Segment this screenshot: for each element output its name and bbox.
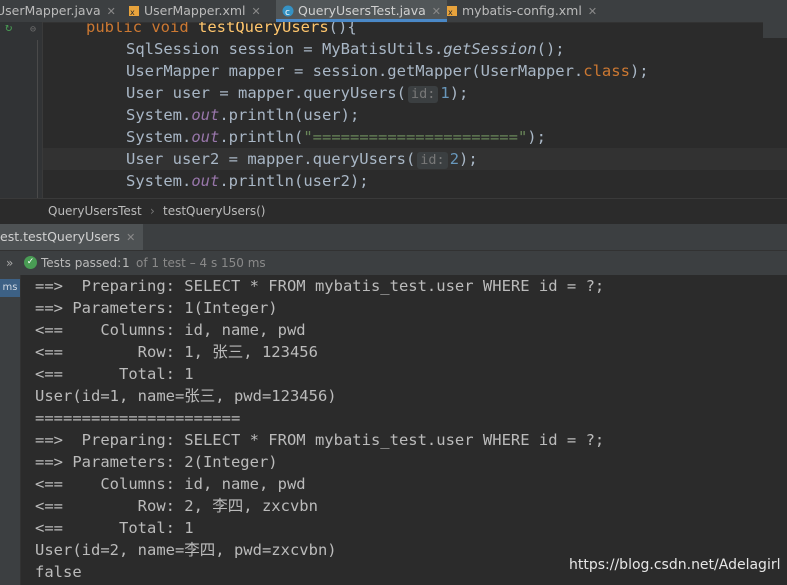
- breadcrumb-method[interactable]: testQueryUsers(): [163, 199, 265, 223]
- expand-chevron-icon[interactable]: »: [6, 251, 13, 275]
- xml-file-icon: x: [446, 2, 458, 17]
- code-line: UserMapper mapper = session.getMapper(Us…: [126, 62, 649, 80]
- tests-passed-count: 1: [122, 256, 130, 270]
- console-line: ==> Preparing: SELECT * FROM mybatis_tes…: [35, 431, 605, 449]
- console-line: <== Row: 2, 李四, zxcvbn: [35, 497, 318, 515]
- editor-gutter: ↻ ⊖: [0, 20, 43, 198]
- check-icon: ✓: [24, 256, 37, 269]
- close-icon[interactable]: ✕: [588, 5, 597, 18]
- fold-guide: [37, 40, 38, 198]
- ms-toggle-button[interactable]: ms: [0, 279, 20, 297]
- breadcrumb-separator: ›: [150, 204, 155, 218]
- close-icon[interactable]: ✕: [107, 5, 116, 18]
- close-icon[interactable]: ✕: [252, 5, 261, 18]
- test-status-bar: » ✓ Tests passed: 1 of 1 test – 4 s 150 …: [0, 250, 787, 276]
- svg-text:x: x: [130, 8, 135, 17]
- tab-queryuserstest-java[interactable]: c QueryUsersTest.java ✕: [276, 0, 447, 22]
- code-line: System.out.println("====================…: [126, 128, 546, 146]
- svg-text:x: x: [448, 8, 453, 17]
- tab-label: mybatis-config.xml: [462, 3, 582, 18]
- tab-mybatis-config-xml[interactable]: x mybatis-config.xml ✕: [446, 0, 597, 22]
- svg-text:c: c: [285, 8, 290, 17]
- console-line: ======================: [35, 409, 241, 427]
- console-line: User(id=1, name=张三, pwd=123456): [35, 387, 337, 405]
- run-tool-window-header: est.testQueryUsers ✕: [0, 223, 787, 250]
- tab-label: UserMapper.java: [0, 3, 101, 18]
- console-line: ==> Parameters: 1(Integer): [35, 299, 278, 317]
- console-line: User(id=2, name=李四, pwd=zxcvbn): [35, 541, 337, 559]
- tab-usermapper-xml[interactable]: x UserMapper.xml ✕: [128, 0, 261, 22]
- code-editor[interactable]: public void testQueryUsers(){ SqlSession…: [43, 22, 787, 198]
- close-icon[interactable]: ✕: [126, 231, 135, 244]
- run-tab-label: est.testQueryUsers: [0, 229, 121, 244]
- parameter-hint: id:: [417, 152, 448, 169]
- run-tab[interactable]: est.testQueryUsers ✕: [0, 224, 144, 250]
- editor-tab-bar: UserMapper.java ✕ x UserMapper.xml ✕ c Query…: [0, 0, 787, 23]
- tests-duration: of 1 test – 4 s 150 ms: [136, 256, 266, 270]
- tab-label: UserMapper.xml: [144, 3, 246, 18]
- console-line: false: [35, 563, 82, 581]
- tab-usermapper-java[interactable]: UserMapper.java ✕: [0, 0, 116, 22]
- close-icon[interactable]: ✕: [432, 5, 441, 18]
- code-line-current: User user2 = mapper.queryUsers(id: 2);: [43, 148, 787, 170]
- console-line: ==> Preparing: SELECT * FROM mybatis_tes…: [35, 277, 605, 295]
- code-line: User user = mapper.queryUsers(id: 1);: [126, 84, 469, 103]
- console-output[interactable]: ==> Preparing: SELECT * FROM mybatis_tes…: [21, 275, 787, 585]
- xml-file-icon: x: [128, 2, 140, 17]
- code-line: SqlSession session = MyBatisUtils.getSes…: [126, 40, 565, 58]
- code-line: public void testQueryUsers(){: [86, 22, 357, 36]
- code-line: System.out.println(user2);: [126, 172, 369, 190]
- console-side-toolbar: ms: [0, 275, 21, 585]
- console-line: <== Columns: id, name, pwd: [35, 321, 306, 339]
- watermark: https://blog.csdn.net/Adelagirl: [569, 557, 781, 573]
- breadcrumb-class[interactable]: QueryUsersTest: [48, 199, 142, 223]
- console-line: <== Total: 1: [35, 365, 194, 383]
- fold-icon[interactable]: ⊖: [30, 24, 36, 35]
- tests-passed-label: Tests passed:: [41, 256, 122, 270]
- console-line: <== Total: 1: [35, 519, 194, 537]
- breadcrumb: QueryUsersTest › testQueryUsers(): [0, 198, 787, 223]
- console-line: <== Columns: id, name, pwd: [35, 475, 306, 493]
- code-line: System.out.println(user);: [126, 106, 360, 124]
- console-line: <== Row: 1, 张三, 123456: [35, 343, 318, 361]
- parameter-hint: id:: [407, 86, 439, 103]
- tab-label: QueryUsersTest.java: [298, 3, 426, 18]
- java-class-icon: c: [282, 2, 294, 18]
- run-test-icon[interactable]: ↻: [5, 20, 12, 34]
- console-line: ==> Parameters: 2(Integer): [35, 453, 278, 471]
